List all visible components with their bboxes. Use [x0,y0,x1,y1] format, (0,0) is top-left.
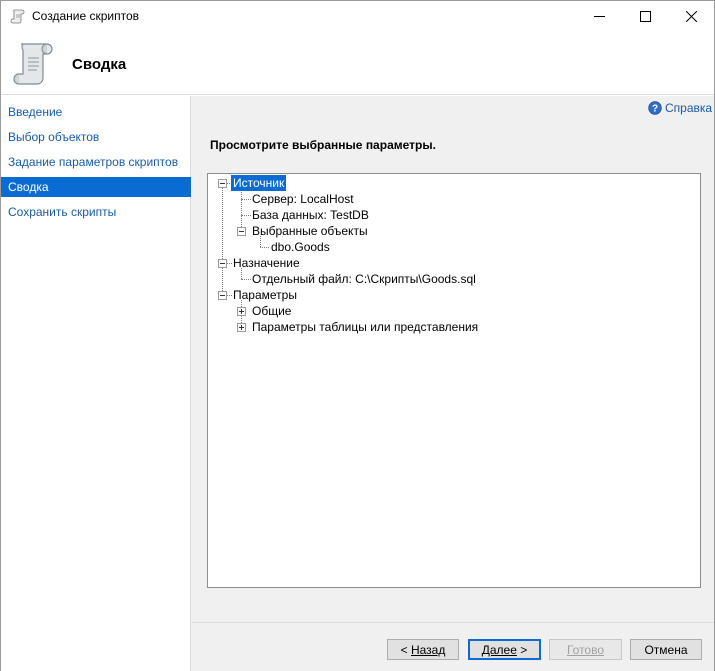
tree: Источник Сервер: LocalHost База данных: … [208,174,700,587]
maximize-icon [639,11,651,22]
minimize-icon [593,16,605,17]
back-label: Назад [410,642,446,657]
title-bar: Создание скриптов [1,1,714,32]
footer-divider [192,622,714,623]
script-wizard-window: Создание скриптов Сводка Введение Выбор … [0,0,715,671]
nav-item-scripting-options[interactable]: Задание параметров скриптов [1,152,191,172]
back-prefix: < [400,642,411,657]
wizard-header: Сводка [1,32,714,95]
next-suffix: > [516,642,528,657]
tree-connector [227,295,232,296]
next-button[interactable]: Далее > [468,639,541,660]
tree-node-parameters[interactable]: Параметры [233,287,297,303]
help-icon: ? [648,101,662,115]
cancel-button[interactable]: Отмена [630,639,702,660]
collapse-destination-toggle[interactable] [218,259,227,268]
tree-connector [227,263,232,264]
scroll-app-icon [10,9,25,24]
tree-node-selected-objects[interactable]: Выбранные объекты [252,223,368,239]
tree-node-source[interactable]: Источник [231,175,287,191]
tree-connector [222,188,223,297]
tree-node-database[interactable]: База данных: TestDB [252,207,369,223]
tree-node-object[interactable]: dbo.Goods [271,239,330,255]
finish-button[interactable]: Готово [549,639,622,660]
collapse-selected-objects-toggle[interactable] [237,227,246,236]
tree-connector [241,199,251,200]
tree-node-table-view-params[interactable]: Параметры таблицы или представления [252,319,478,335]
close-icon [685,11,697,22]
tree-node-file[interactable]: Отдельный файл: C:\Скрипты\Goods.sql [252,271,476,287]
maximize-button[interactable] [622,1,668,32]
cancel-label: Отмена [644,642,688,657]
collapse-source-toggle[interactable] [218,179,227,188]
svg-text:?: ? [652,104,658,115]
next-label: Далее [481,642,517,657]
nav-item-introduction[interactable]: Введение [1,102,191,122]
nav-item-choose-objects[interactable]: Выбор объектов [1,127,191,147]
tree-connector [241,215,251,216]
finish-label: Готово [566,642,605,657]
summary-tree-view[interactable]: Источник Сервер: LocalHost База данных: … [207,173,701,588]
nav-item-summary[interactable]: Сводка [1,177,191,197]
help-label: Справка [665,101,713,115]
tree-connector [241,279,251,280]
back-button[interactable]: < Назад [387,639,459,660]
close-button[interactable] [668,1,714,32]
tree-node-general[interactable]: Общие [252,303,291,319]
help-link[interactable]: ? Справка [648,100,712,116]
tree-connector [260,247,269,248]
minimize-button[interactable] [576,1,622,32]
tree-node-destination[interactable]: Назначение [233,255,300,271]
page-title: Сводка [72,56,127,73]
window-title: Создание скриптов [32,9,139,23]
collapse-parameters-toggle[interactable] [218,291,227,300]
nav-item-save-scripts[interactable]: Сохранить скрипты [1,202,191,222]
wizard-nav: Введение Выбор объектов Задание параметр… [1,96,191,671]
expand-general-toggle[interactable] [237,307,246,316]
instruction-text: Просмотрите выбранные параметры. [210,138,436,152]
expand-table-view-toggle[interactable] [237,323,246,332]
scroll-icon [13,43,53,85]
tree-node-server[interactable]: Сервер: LocalHost [252,191,354,207]
